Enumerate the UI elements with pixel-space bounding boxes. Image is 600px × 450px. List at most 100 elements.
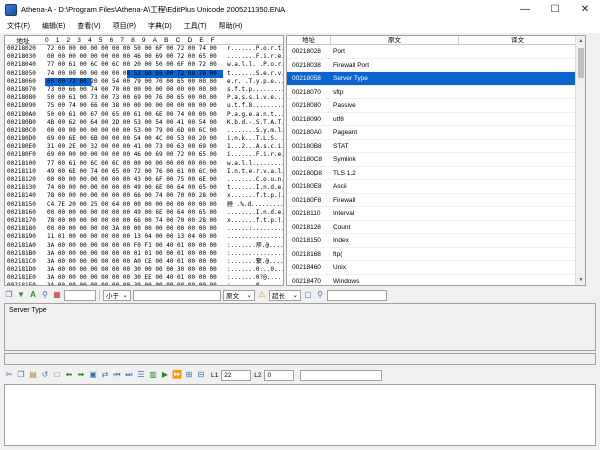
vertical-scrollbar[interactable]: ▲ ▼: [575, 36, 585, 285]
hex-row[interactable]: 00218060 65 00 72 00 20 00 54 00 79 00 70…: [5, 77, 283, 86]
string-row[interactable]: 00218090 utf8: [287, 113, 585, 126]
string-row[interactable]: 00218470 Windows: [287, 275, 585, 286]
hex-row[interactable]: 00218150 C4 7E 20 00 25 00 64 00 00 00 00…: [5, 201, 283, 209]
header-address[interactable]: 地址: [287, 36, 331, 44]
hex-row[interactable]: 002181C0 3A 00 00 00 00 00 00 00 A0 CE 00…: [5, 258, 283, 266]
string-row[interactable]: 002180C8 Symlink: [287, 153, 585, 167]
menu-file[interactable]: 文件(F): [7, 21, 30, 31]
hex-row[interactable]: 00218050 74 00 00 00 00 00 00 00 53 00 65…: [5, 69, 283, 78]
string-row[interactable]: 002180B8 STAT: [287, 140, 585, 153]
reference-text-pane[interactable]: [4, 353, 596, 365]
source-text-pane[interactable]: Server Type: [4, 303, 596, 351]
length-select[interactable]: 超长 ⌄: [269, 289, 301, 301]
find-icon[interactable]: ⚲: [315, 290, 325, 300]
string-row-translation[interactable]: [457, 140, 585, 153]
string-row-translation[interactable]: [457, 45, 585, 58]
copy-icon[interactable]: ❐: [4, 290, 14, 300]
string-row[interactable]: 00218058 Server Type: [287, 72, 585, 86]
string-row[interactable]: 00218128 Count: [287, 221, 585, 234]
menu-tools[interactable]: 工具(T): [184, 21, 207, 31]
menu-dictionary[interactable]: 字典(D): [148, 21, 172, 31]
grid-icon[interactable]: ▦: [52, 290, 62, 300]
text-icon[interactable]: A: [28, 290, 38, 300]
hex-row[interactable]: 00218190 11 01 00 00 00 00 00 00 13 04 00…: [5, 233, 283, 241]
string-row[interactable]: 002180E8 Ascii: [287, 180, 585, 194]
hex-row[interactable]: 002180B0 4B 00 62 00 64 00 2D 00 53 00 54…: [5, 119, 283, 127]
string-row-translation[interactable]: [457, 86, 585, 99]
hex-row[interactable]: 00218120 00 00 00 00 00 00 00 00 43 00 6F…: [5, 176, 283, 184]
dictionary-icon[interactable]: ▥: [148, 370, 158, 380]
warning-icon[interactable]: ⚠: [257, 290, 267, 300]
string-row[interactable]: 00218070 sftp: [287, 86, 585, 99]
menu-view[interactable]: 查看(V): [77, 21, 100, 31]
replace-icon[interactable]: ⇄: [100, 370, 110, 380]
page-icon[interactable]: ▢: [303, 290, 313, 300]
string-row[interactable]: 002180A0 Pageant: [287, 126, 585, 140]
clear-icon[interactable]: □: [52, 370, 62, 380]
string-row-translation[interactable]: [457, 72, 585, 85]
translation-edit-area[interactable]: [4, 384, 596, 446]
hex-row[interactable]: 00218170 78 00 00 00 00 00 00 00 66 00 74…: [5, 217, 283, 225]
string-row-translation[interactable]: [457, 234, 585, 247]
hex-row[interactable]: 00218140 78 00 00 00 00 00 00 00 66 00 74…: [5, 192, 283, 200]
filter-value-input[interactable]: [64, 289, 96, 301]
hex-row[interactable]: 00218080 50 00 61 00 73 00 73 00 69 00 76…: [5, 94, 283, 102]
string-row-translation[interactable]: [457, 194, 585, 207]
hex-row[interactable]: 002181B0 3A 00 00 00 00 00 00 00 01 01 00…: [5, 250, 283, 258]
zoom-out-icon[interactable]: ⊟: [196, 370, 206, 380]
string-list-panel[interactable]: 地址 原文 译文 00218028 Port 00218038 Firewall Po…: [286, 35, 586, 286]
hex-row[interactable]: 00218180 00 00 00 00 00 00 3A 00 00 00 00…: [5, 225, 283, 233]
hex-row[interactable]: 00218110 49 00 6E 00 74 00 65 00 72 00 76…: [5, 168, 283, 176]
search-input[interactable]: [327, 289, 387, 301]
string-row-translation[interactable]: [457, 99, 585, 112]
search-icon[interactable]: ⚲: [40, 290, 50, 300]
hex-row[interactable]: 002180E0 31 00 2E 00 32 00 00 00 41 00 73…: [5, 143, 283, 151]
paste-icon[interactable]: ▤: [28, 370, 38, 380]
string-row-translation[interactable]: [457, 180, 585, 193]
hex-row[interactable]: 00218040 77 00 61 00 6C 00 6C 00 20 00 50…: [5, 61, 283, 69]
first-icon[interactable]: ⏮: [112, 370, 122, 380]
play-icon[interactable]: ▶: [160, 370, 170, 380]
string-row-translation[interactable]: [457, 113, 585, 126]
hex-row[interactable]: 002181F0 3A 00 00 00 00 00 00 00 30 00 00…: [5, 282, 283, 285]
hex-row[interactable]: 002180F0 69 00 00 00 00 00 00 00 46 00 69…: [5, 151, 283, 159]
hex-row[interactable]: 002180A0 50 00 61 00 67 00 65 00 61 00 6E…: [5, 111, 283, 119]
last-icon[interactable]: ⏭: [124, 370, 134, 380]
close-button[interactable]: ✕: [570, 0, 600, 19]
string-row[interactable]: 00218080 Passive: [287, 99, 585, 113]
hex-row[interactable]: 002180C0 00 00 00 00 00 00 00 00 53 00 79…: [5, 127, 283, 135]
hex-row[interactable]: 002181E0 3A 00 00 00 00 00 00 00 30 EE 00…: [5, 274, 283, 282]
string-row[interactable]: 002180F8 Firewall: [287, 194, 585, 207]
scrollbar-thumb[interactable]: [578, 48, 584, 78]
next-icon[interactable]: ➡: [76, 370, 86, 380]
string-row-translation[interactable]: [457, 59, 585, 72]
hex-row[interactable]: 00218100 77 00 61 00 6C 00 6C 00 00 00 00…: [5, 160, 283, 168]
hex-row[interactable]: 002181D0 3A 00 00 00 00 00 00 00 30 00 00…: [5, 266, 283, 274]
string-row-translation[interactable]: [457, 167, 585, 180]
hex-row[interactable]: 002180D0 69 00 6E 00 6B 00 00 00 54 00 4C…: [5, 135, 283, 143]
string-row[interactable]: 00218150 Index: [287, 234, 585, 248]
menu-help[interactable]: 帮助(H): [219, 21, 243, 31]
cut-icon[interactable]: ✂: [4, 370, 14, 380]
string-row[interactable]: 00218038 Firewall Port: [287, 59, 585, 72]
compare-input[interactable]: [133, 289, 221, 301]
string-row[interactable]: 00218460 Unix: [287, 261, 585, 275]
hex-row[interactable]: 00218030 00 00 00 00 00 00 00 00 46 00 69…: [5, 53, 283, 61]
skip-icon[interactable]: ⏩: [172, 370, 182, 380]
string-row-translation[interactable]: [457, 207, 585, 220]
zoom-in-icon[interactable]: ⊞: [184, 370, 194, 380]
maximize-button[interactable]: ☐: [540, 0, 570, 19]
string-row[interactable]: 00218168 ftp(: [287, 248, 585, 261]
header-original[interactable]: 原文: [331, 36, 459, 44]
header-translation[interactable]: 译文: [459, 36, 577, 44]
string-row[interactable]: 002180D8 TLS 1.2: [287, 167, 585, 180]
string-row[interactable]: 00218110 Interval: [287, 207, 585, 221]
hex-row[interactable]: 00218090 75 00 74 00 66 00 38 00 00 00 00…: [5, 102, 283, 110]
field-select[interactable]: 原文 ⌄: [223, 289, 255, 301]
string-row-translation[interactable]: [457, 275, 585, 286]
hex-row[interactable]: 00218070 73 00 66 00 74 00 70 00 00 00 00…: [5, 86, 283, 94]
status-input[interactable]: [300, 369, 383, 381]
hex-row[interactable]: 00218160 00 00 00 00 00 00 00 00 49 00 6E…: [5, 209, 283, 217]
string-row-translation[interactable]: [457, 126, 585, 139]
string-row-translation[interactable]: [457, 153, 585, 166]
